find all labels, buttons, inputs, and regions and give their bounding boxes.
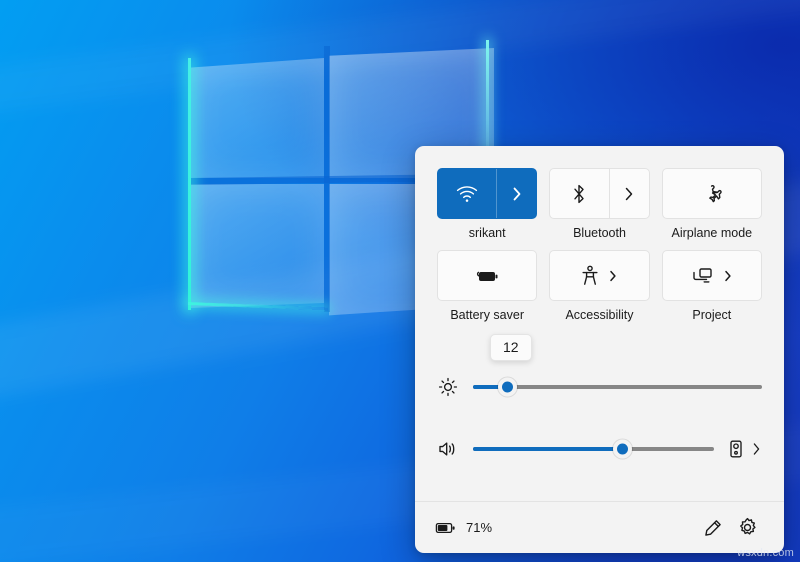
quick-tile-wifi-expand[interactable] [496, 169, 536, 218]
quick-tile-label-battery-saver: Battery saver [450, 308, 524, 322]
chevron-right-icon [623, 185, 635, 203]
windows-logo-pane [190, 58, 324, 178]
pencil-icon [703, 518, 723, 538]
accessibility-icon [580, 265, 600, 287]
quick-tile-bluetooth[interactable] [549, 168, 650, 219]
quick-tile-label-project: Project [692, 308, 732, 322]
brightness-icon [437, 377, 459, 397]
quick-tile-project[interactable] [661, 250, 762, 301]
tile-cell-battery-saver: Battery saver [437, 250, 538, 322]
quick-settings-footer: 71% [415, 501, 784, 553]
battery-status: 71% [435, 520, 492, 535]
speaker-select-icon [728, 439, 744, 459]
bluetooth-icon [571, 183, 587, 205]
brightness-tooltip-value: 12 [503, 339, 519, 355]
battery-percent-label: 71% [466, 520, 493, 535]
quick-tile-wifi-toggle[interactable] [438, 169, 496, 218]
battery-icon [435, 521, 457, 535]
quick-tile-project-toggle[interactable] [663, 251, 761, 300]
wifi-icon [456, 185, 478, 203]
brightness-slider-thumb[interactable] [498, 377, 518, 397]
windows-logo-pane [190, 184, 324, 308]
quick-tile-bluetooth-expand[interactable] [608, 169, 649, 218]
quick-tile-wifi[interactable] [437, 168, 538, 219]
chevron-right-icon [723, 269, 733, 283]
tile-cell-airplane-mode: Airplane mode [661, 168, 762, 240]
quick-tile-label-airplane-mode: Airplane mode [671, 226, 753, 240]
volume-slider-thumb[interactable] [612, 439, 632, 459]
quick-tile-label-bluetooth: Bluetooth [573, 226, 626, 240]
quick-settings-tile-grid: srikant Bluetooth Airplane mode Battery … [437, 168, 762, 322]
windows-logo-glow-edge [188, 58, 191, 310]
volume-output-selector[interactable] [728, 439, 762, 459]
quick-tile-airplane-mode[interactable] [661, 168, 762, 219]
battery-saver-icon [474, 268, 500, 284]
brightness-slider-track[interactable] [473, 377, 762, 397]
quick-tile-label-accessibility: Accessibility [565, 308, 634, 322]
quick-settings-body: srikant Bluetooth Airplane mode Battery … [415, 146, 784, 501]
quick-tile-battery-saver[interactable] [437, 250, 538, 301]
open-settings-button[interactable] [730, 511, 764, 545]
airplane-icon [700, 183, 724, 205]
tile-cell-project: Project [661, 250, 762, 322]
volume-icon [437, 439, 459, 459]
brightness-slider-row [437, 373, 762, 401]
project-icon [691, 266, 715, 286]
quick-tile-accessibility-toggle[interactable] [550, 251, 648, 300]
tile-cell-wifi: srikant [437, 168, 538, 240]
volume-slider-fill [473, 447, 623, 451]
volume-slider-track[interactable] [473, 439, 714, 459]
tile-cell-bluetooth: Bluetooth [549, 168, 650, 240]
quick-tile-airplane-mode-toggle[interactable] [663, 169, 761, 218]
site-watermark: wsxdn.com [737, 547, 794, 559]
quick-tile-label-wifi: srikant [468, 226, 506, 240]
edit-quick-settings-button[interactable] [696, 511, 730, 545]
brightness-value-tooltip: 12 [490, 334, 532, 362]
quick-tile-battery-saver-toggle[interactable] [438, 251, 536, 300]
volume-slider-row [437, 435, 762, 463]
chevron-right-icon [751, 441, 762, 457]
quick-tile-bluetooth-toggle[interactable] [550, 169, 608, 218]
tile-cell-accessibility: Accessibility [549, 250, 650, 322]
chevron-right-icon [608, 269, 618, 283]
quick-settings-panel: srikant Bluetooth Airplane mode Battery … [415, 146, 784, 553]
gear-icon [737, 517, 758, 538]
quick-tile-accessibility[interactable] [549, 250, 650, 301]
chevron-right-icon [511, 185, 523, 203]
